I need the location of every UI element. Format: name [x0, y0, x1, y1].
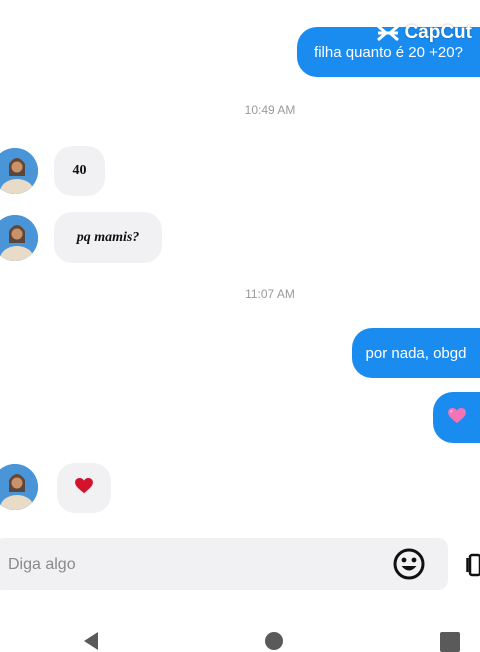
outgoing-message-bubble[interactable]: por nada, obgd	[352, 328, 480, 378]
system-navigation-bar	[0, 610, 480, 652]
message-composer	[0, 538, 448, 590]
watermark-text: CapCut	[404, 22, 472, 43]
capcut-watermark: CapCut	[376, 22, 472, 44]
contact-avatar[interactable]	[0, 148, 38, 194]
avatar-photo-icon	[0, 148, 38, 194]
contact-avatar[interactable]	[0, 464, 38, 510]
message-text: filha quanto é 20 +20?	[314, 43, 463, 61]
home-icon[interactable]	[265, 632, 283, 650]
incoming-message-bubble[interactable]: 40	[54, 146, 105, 196]
outgoing-message-bubble[interactable]	[433, 392, 480, 443]
incoming-message-bubble[interactable]: pq mamis?	[54, 212, 162, 263]
recent-apps-icon[interactable]	[440, 632, 460, 652]
gallery-icon	[466, 553, 480, 577]
message-timestamp: 11:07 AM	[245, 287, 295, 301]
avatar-photo-icon	[0, 464, 38, 510]
capcut-logo-icon	[376, 23, 400, 43]
message-text: 40	[72, 163, 87, 178]
smiley-icon	[393, 548, 425, 580]
gallery-button[interactable]	[466, 552, 480, 578]
message-text: por nada, obgd	[365, 344, 467, 362]
back-icon[interactable]	[84, 632, 98, 650]
message-timestamp: 10:49 AM	[244, 103, 296, 117]
message-input[interactable]	[6, 552, 370, 578]
pink-heart-emoji-icon	[447, 407, 466, 428]
avatar-photo-icon	[0, 215, 38, 261]
message-text: pq mamis?	[76, 229, 140, 245]
emoji-button[interactable]	[392, 547, 426, 581]
contact-avatar[interactable]	[0, 215, 38, 261]
incoming-message-bubble[interactable]	[57, 463, 111, 513]
red-heart-emoji-icon	[75, 477, 93, 499]
